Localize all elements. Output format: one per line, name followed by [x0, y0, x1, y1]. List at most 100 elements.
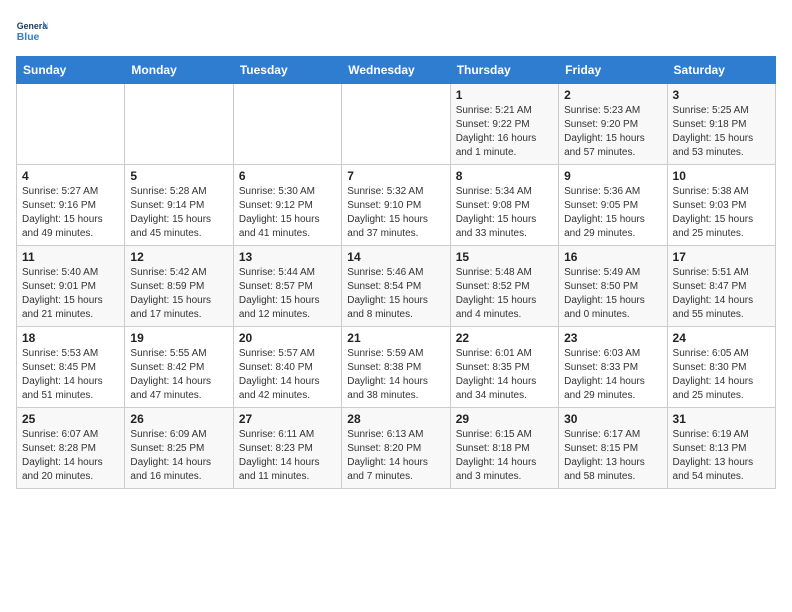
calendar-cell: 15 Sunrise: 5:48 AM Sunset: 8:52 PM Dayli…: [450, 246, 558, 327]
day-number: 15: [456, 250, 553, 264]
day-info: Sunrise: 5:44 AM Sunset: 8:57 PM Dayligh…: [239, 266, 336, 322]
day-number: 29: [456, 412, 553, 426]
day-info: Sunrise: 5:36 AM Sunset: 9:05 PM Dayligh…: [564, 185, 661, 241]
day-number: 4: [22, 169, 119, 183]
calendar-week-row: 1 Sunrise: 5:21 AM Sunset: 9:22 PM Daylig…: [17, 84, 776, 165]
calendar-cell: 20 Sunrise: 5:57 AM Sunset: 8:40 PM Dayli…: [233, 327, 341, 408]
day-info: Sunrise: 5:59 AM Sunset: 8:38 PM Dayligh…: [347, 347, 444, 403]
day-info: Sunrise: 5:21 AM Sunset: 9:22 PM Dayligh…: [456, 104, 553, 160]
day-number: 5: [130, 169, 227, 183]
day-info: Sunrise: 5:46 AM Sunset: 8:54 PM Dayligh…: [347, 266, 444, 322]
day-number: 23: [564, 331, 661, 345]
calendar-week-row: 4 Sunrise: 5:27 AM Sunset: 9:16 PM Daylig…: [17, 165, 776, 246]
day-info: Sunrise: 6:11 AM Sunset: 8:23 PM Dayligh…: [239, 428, 336, 484]
day-number: 2: [564, 88, 661, 102]
day-info: Sunrise: 6:15 AM Sunset: 8:18 PM Dayligh…: [456, 428, 553, 484]
calendar-cell: 4 Sunrise: 5:27 AM Sunset: 9:16 PM Daylig…: [17, 165, 125, 246]
calendar-cell: 21 Sunrise: 5:59 AM Sunset: 8:38 PM Dayli…: [342, 327, 450, 408]
day-info: Sunrise: 5:48 AM Sunset: 8:52 PM Dayligh…: [456, 266, 553, 322]
day-info: Sunrise: 6:19 AM Sunset: 8:13 PM Dayligh…: [673, 428, 770, 484]
calendar-body: 1 Sunrise: 5:21 AM Sunset: 9:22 PM Daylig…: [17, 84, 776, 489]
calendar-cell: 13Sunrise: 5:44 AM Sunset: 8:57 PM Dayli…: [233, 246, 341, 327]
calendar-table: SundayMondayTuesdayWednesdayThursdayFrid…: [16, 56, 776, 489]
day-info: Sunrise: 5:25 AM Sunset: 9:18 PM Dayligh…: [673, 104, 770, 160]
calendar-cell: 19 Sunrise: 5:55 AM Sunset: 8:42 PM Dayli…: [125, 327, 233, 408]
calendar-cell: 7 Sunrise: 5:32 AM Sunset: 9:10 PM Daylig…: [342, 165, 450, 246]
column-header-thursday: Thursday: [450, 57, 558, 84]
day-info: Sunrise: 5:51 AM Sunset: 8:47 PM Dayligh…: [673, 266, 770, 322]
calendar-week-row: 11Sunrise: 5:40 AM Sunset: 9:01 PM Dayli…: [17, 246, 776, 327]
day-number: 19: [130, 331, 227, 345]
day-number: 25: [22, 412, 119, 426]
day-number: 27: [239, 412, 336, 426]
day-number: 8: [456, 169, 553, 183]
day-info: Sunrise: 5:42 AM Sunset: 8:59 PM Dayligh…: [130, 266, 227, 322]
calendar-cell: 14 Sunrise: 5:46 AM Sunset: 8:54 PM Dayli…: [342, 246, 450, 327]
calendar-cell: 12Sunrise: 5:42 AM Sunset: 8:59 PM Dayli…: [125, 246, 233, 327]
day-info: Sunrise: 6:09 AM Sunset: 8:25 PM Dayligh…: [130, 428, 227, 484]
day-info: Sunrise: 5:53 AM Sunset: 8:45 PM Dayligh…: [22, 347, 119, 403]
day-number: 28: [347, 412, 444, 426]
calendar-cell: 30 Sunrise: 6:17 AM Sunset: 8:15 PM Dayli…: [559, 408, 667, 489]
day-number: 22: [456, 331, 553, 345]
column-header-monday: Monday: [125, 57, 233, 84]
day-info: Sunrise: 6:13 AM Sunset: 8:20 PM Dayligh…: [347, 428, 444, 484]
calendar-cell: 27 Sunrise: 6:11 AM Sunset: 8:23 PM Dayli…: [233, 408, 341, 489]
day-number: 7: [347, 169, 444, 183]
day-number: 6: [239, 169, 336, 183]
day-info: Sunrise: 5:57 AM Sunset: 8:40 PM Dayligh…: [239, 347, 336, 403]
day-number: 31: [673, 412, 770, 426]
calendar-cell: 8 Sunrise: 5:34 AM Sunset: 9:08 PM Daylig…: [450, 165, 558, 246]
day-number: 10: [673, 169, 770, 183]
calendar-cell: 29 Sunrise: 6:15 AM Sunset: 8:18 PM Dayli…: [450, 408, 558, 489]
day-number: 26: [130, 412, 227, 426]
calendar-cell: [233, 84, 341, 165]
calendar-cell: 22 Sunrise: 6:01 AM Sunset: 8:35 PM Dayli…: [450, 327, 558, 408]
day-number: 1: [456, 88, 553, 102]
calendar-cell: 3 Sunrise: 5:25 AM Sunset: 9:18 PM Daylig…: [667, 84, 775, 165]
day-info: Sunrise: 6:07 AM Sunset: 8:28 PM Dayligh…: [22, 428, 119, 484]
day-info: Sunrise: 6:05 AM Sunset: 8:30 PM Dayligh…: [673, 347, 770, 403]
column-header-friday: Friday: [559, 57, 667, 84]
day-info: Sunrise: 5:28 AM Sunset: 9:14 PM Dayligh…: [130, 185, 227, 241]
calendar-cell: 26 Sunrise: 6:09 AM Sunset: 8:25 PM Dayli…: [125, 408, 233, 489]
calendar-cell: 5 Sunrise: 5:28 AM Sunset: 9:14 PM Daylig…: [125, 165, 233, 246]
calendar-cell: 17Sunrise: 5:51 AM Sunset: 8:47 PM Dayli…: [667, 246, 775, 327]
day-number: 14: [347, 250, 444, 264]
calendar-cell: 31 Sunrise: 6:19 AM Sunset: 8:13 PM Dayli…: [667, 408, 775, 489]
column-header-sunday: Sunday: [17, 57, 125, 84]
day-number: 21: [347, 331, 444, 345]
calendar-week-row: 25 Sunrise: 6:07 AM Sunset: 8:28 PM Dayli…: [17, 408, 776, 489]
calendar-cell: 1 Sunrise: 5:21 AM Sunset: 9:22 PM Daylig…: [450, 84, 558, 165]
day-info: Sunrise: 6:01 AM Sunset: 8:35 PM Dayligh…: [456, 347, 553, 403]
calendar-cell: 9Sunrise: 5:36 AM Sunset: 9:05 PM Daylig…: [559, 165, 667, 246]
calendar-cell: 28 Sunrise: 6:13 AM Sunset: 8:20 PM Dayli…: [342, 408, 450, 489]
day-info: Sunrise: 5:38 AM Sunset: 9:03 PM Dayligh…: [673, 185, 770, 241]
calendar-cell: 10 Sunrise: 5:38 AM Sunset: 9:03 PM Dayli…: [667, 165, 775, 246]
calendar-cell: 24 Sunrise: 6:05 AM Sunset: 8:30 PM Dayli…: [667, 327, 775, 408]
day-info: Sunrise: 5:27 AM Sunset: 9:16 PM Dayligh…: [22, 185, 119, 241]
calendar-cell: 6 Sunrise: 5:30 AM Sunset: 9:12 PM Daylig…: [233, 165, 341, 246]
day-number: 30: [564, 412, 661, 426]
day-info: Sunrise: 6:03 AM Sunset: 8:33 PM Dayligh…: [564, 347, 661, 403]
day-number: 3: [673, 88, 770, 102]
day-info: Sunrise: 6:17 AM Sunset: 8:15 PM Dayligh…: [564, 428, 661, 484]
day-number: 20: [239, 331, 336, 345]
day-info: Sunrise: 5:55 AM Sunset: 8:42 PM Dayligh…: [130, 347, 227, 403]
column-header-saturday: Saturday: [667, 57, 775, 84]
day-info: Sunrise: 5:34 AM Sunset: 9:08 PM Dayligh…: [456, 185, 553, 241]
day-number: 24: [673, 331, 770, 345]
day-number: 11: [22, 250, 119, 264]
day-number: 18: [22, 331, 119, 345]
calendar-cell: 23 Sunrise: 6:03 AM Sunset: 8:33 PM Dayli…: [559, 327, 667, 408]
day-info: Sunrise: 5:32 AM Sunset: 9:10 PM Dayligh…: [347, 185, 444, 241]
svg-text:Blue: Blue: [17, 32, 40, 43]
day-info: Sunrise: 5:30 AM Sunset: 9:12 PM Dayligh…: [239, 185, 336, 241]
logo-icon: General Blue: [16, 16, 48, 48]
calendar-cell: 16 Sunrise: 5:49 AM Sunset: 8:50 PM Dayli…: [559, 246, 667, 327]
calendar-cell: 25 Sunrise: 6:07 AM Sunset: 8:28 PM Dayli…: [17, 408, 125, 489]
calendar-cell: [125, 84, 233, 165]
day-number: 16: [564, 250, 661, 264]
day-info: Sunrise: 5:49 AM Sunset: 8:50 PM Dayligh…: [564, 266, 661, 322]
calendar-cell: 2Sunrise: 5:23 AM Sunset: 9:20 PM Daylig…: [559, 84, 667, 165]
